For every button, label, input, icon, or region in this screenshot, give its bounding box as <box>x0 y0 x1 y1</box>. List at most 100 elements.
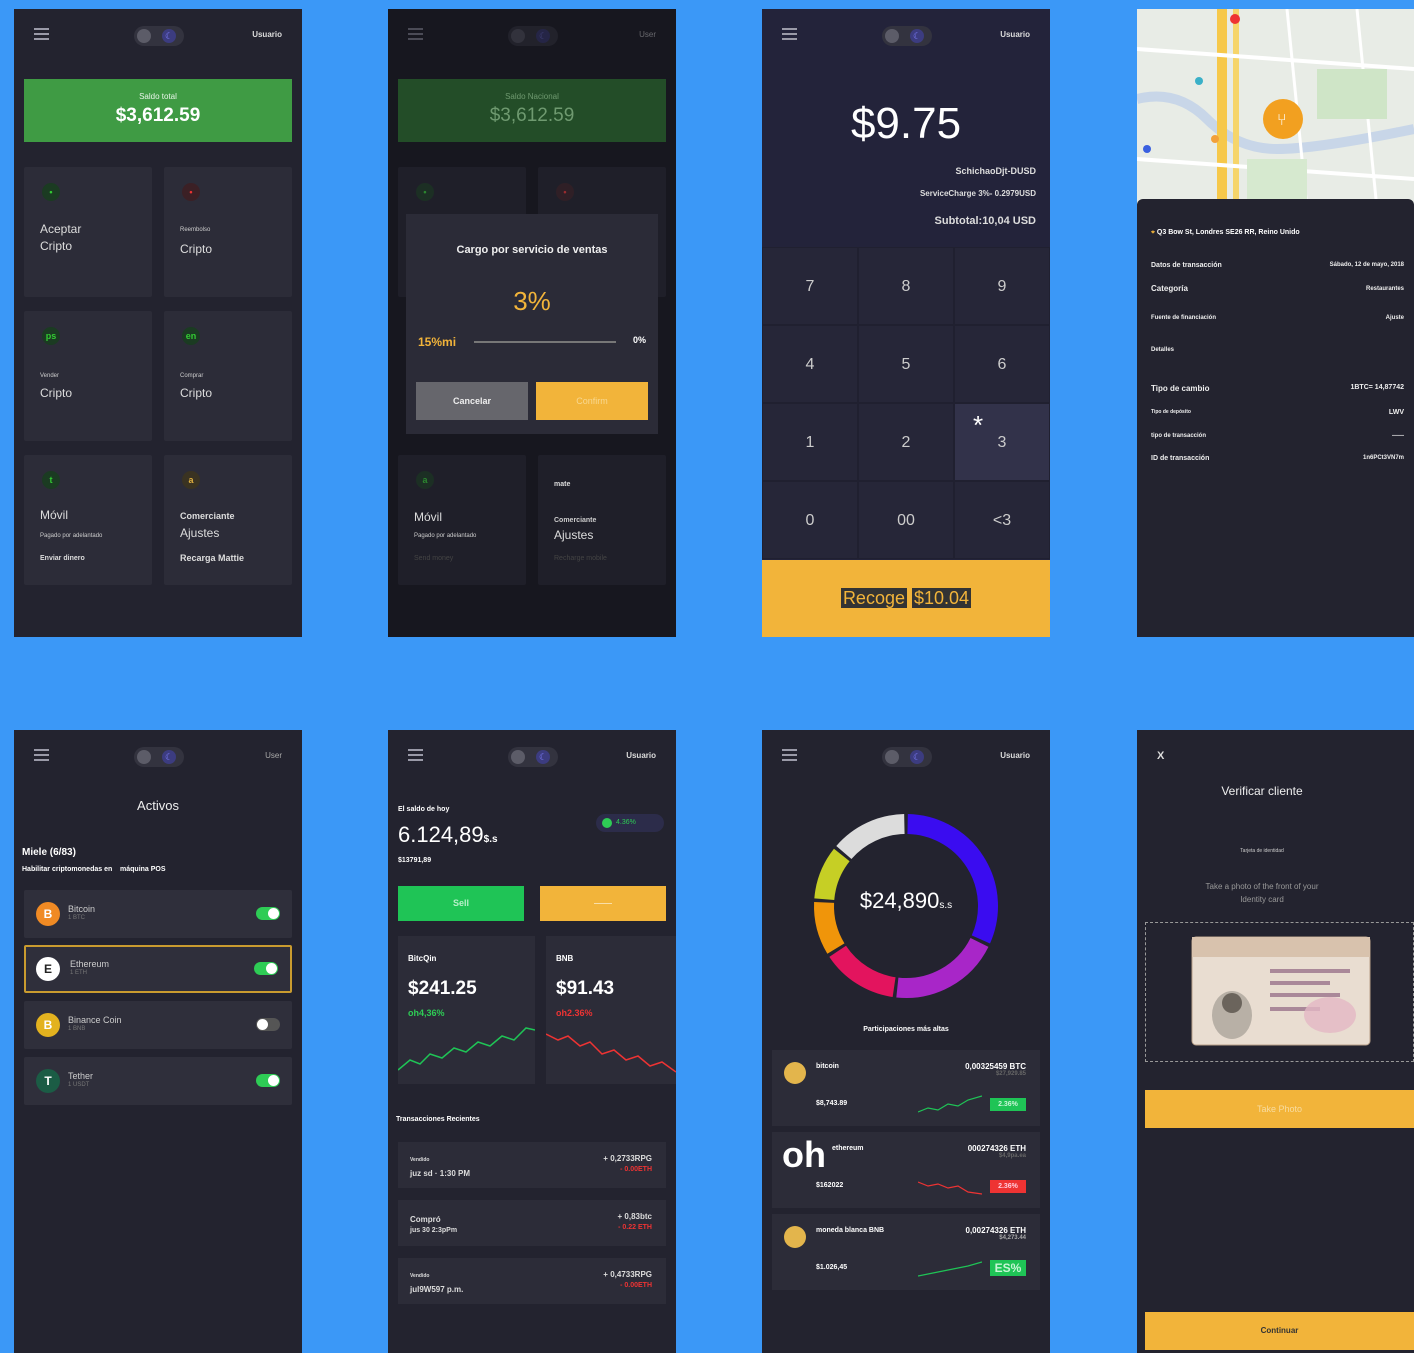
holding-qty: 0,00325459 BTC $27,929.85 <box>965 1062 1026 1077</box>
key-5[interactable]: 5 <box>858 325 954 403</box>
menu-icon[interactable] <box>782 749 797 761</box>
key-3[interactable]: 3 * <box>954 403 1050 481</box>
balance-label: Saldo Nacional <box>505 92 559 101</box>
tile-send-money[interactable]: Enviar dinero <box>40 555 85 562</box>
mobile-icon: t <box>42 471 60 489</box>
theme-toggle[interactable]: ☾ <box>882 747 932 767</box>
asset-row-ethereum[interactable]: E Ethereum 1 ETH <box>24 945 292 993</box>
key-0[interactable]: 0 <box>762 481 858 559</box>
binance-icon: B <box>36 1013 60 1037</box>
detail-row: Categoría Restaurantes <box>1151 284 1404 293</box>
key-00[interactable]: 00 <box>858 481 954 559</box>
transaction-row[interactable]: Compró jus 30 2:3pPm + 0,83btc - 0.22 ET… <box>398 1200 666 1246</box>
total-balance-card: Saldo total $3,612.59 <box>24 79 292 142</box>
continue-button[interactable]: Continuar <box>1145 1312 1414 1350</box>
theme-toggle[interactable]: ☾ <box>134 26 184 46</box>
user-label[interactable]: Usuario <box>1000 30 1030 39</box>
user-label[interactable]: Usuario <box>626 751 656 760</box>
theme-toggle[interactable]: ☾ <box>508 26 558 46</box>
coin-card-bitcoin[interactable]: BitcQin $241.25 oh4,36% <box>398 936 535 1084</box>
tile-recharge[interactable]: Recarga Mattie <box>180 553 244 563</box>
asset-row-tether[interactable]: T Tether 1 USDT <box>24 1057 292 1105</box>
close-icon[interactable]: X <box>1157 750 1164 762</box>
location-map[interactable]: ⑂ <box>1137 9 1414 209</box>
asset-toggle[interactable] <box>256 1018 280 1031</box>
key-4[interactable]: 4 <box>762 325 858 403</box>
user-label[interactable]: Usuario <box>252 30 282 39</box>
user-label[interactable]: User <box>265 751 282 760</box>
theme-toggle[interactable]: ☾ <box>508 747 558 767</box>
tile-mobile[interactable]: t Móvil Pagado por adelantado Enviar din… <box>24 455 152 585</box>
theme-toggle[interactable]: ☾ <box>134 747 184 767</box>
menu-icon[interactable] <box>782 28 797 40</box>
cancel-button[interactable]: Cancelar <box>416 382 528 420</box>
key-6[interactable]: 6 <box>954 325 1050 403</box>
change-value: 4.36% <box>616 819 636 826</box>
tx-fee: - 0.22 ETH <box>618 1224 652 1231</box>
asset-toggle[interactable] <box>256 907 280 920</box>
tile-small-label: Reembolso <box>180 227 211 233</box>
menu-icon[interactable] <box>34 28 49 40</box>
sparkline-up <box>918 1095 982 1113</box>
pickup-amount: $10.04 <box>912 588 972 608</box>
asset-symbol: 1 ETH <box>70 970 88 976</box>
menu-icon[interactable] <box>34 749 49 761</box>
range-max: 0% <box>632 335 646 345</box>
detail-key: Datos de transacción <box>1151 262 1222 269</box>
menu-icon[interactable] <box>408 749 423 761</box>
top-bar: ☾ User <box>388 9 676 63</box>
balance-unit: $.s <box>483 834 498 845</box>
holding-row[interactable]: moneda blanca BNB 0,00274326 ETH $4,273.4… <box>772 1214 1040 1290</box>
tile-sell-crypto[interactable]: ps Vender Cripto <box>24 311 152 441</box>
buy-button[interactable]: —— <box>540 886 666 921</box>
asset-row-bitcoin[interactable]: B Bitcoin 1 BTC <box>24 890 292 938</box>
asset-symbol: 1 BNB <box>68 1026 86 1032</box>
key-8[interactable]: 8 <box>858 247 954 325</box>
take-photo-button[interactable]: Take Photo <box>1145 1090 1414 1128</box>
tile-refund-crypto[interactable]: • Reembolso Cripto <box>164 167 292 297</box>
detail-value: Ajuste <box>1385 315 1404 321</box>
donut-slice-pink <box>829 945 896 998</box>
total-balance-card: Saldo Nacional $3,612.59 <box>398 79 666 142</box>
theme-toggle[interactable]: ☾ <box>882 26 932 46</box>
key-backspace[interactable]: <3 <box>954 481 1050 559</box>
tile-small-label: Comerciante <box>554 517 597 524</box>
tile-merchant[interactable]: a Comerciante Ajustes Recarga Mattie <box>164 455 292 585</box>
tile-accept-crypto[interactable]: • Aceptar Cripto <box>24 167 152 297</box>
key-1[interactable]: 1 <box>762 403 858 481</box>
holding-row[interactable]: oh ethereum 000274326 ETH $4,9pa.ea $1620… <box>772 1132 1040 1208</box>
menu-icon[interactable] <box>408 28 423 40</box>
key-7[interactable]: 7 <box>762 247 858 325</box>
key-9[interactable]: 9 <box>954 247 1050 325</box>
user-label[interactable]: User <box>639 30 656 39</box>
bnb-icon <box>784 1226 806 1248</box>
red-dot-icon: • <box>556 183 574 201</box>
detail-key: Fuente de financiación <box>1151 315 1217 321</box>
pickup-button[interactable]: Recoge $10.04 <box>762 560 1050 637</box>
asset-row-binance[interactable]: B Binance Coin 1 BNB <box>24 1001 292 1049</box>
slider-track[interactable] <box>474 341 616 343</box>
key-2[interactable]: 2 <box>858 403 954 481</box>
sell-icon: ps <box>42 327 60 345</box>
balance-label: Saldo total <box>139 92 177 101</box>
green-dot-icon: • <box>416 183 434 201</box>
asterisk-mark: * <box>973 410 984 440</box>
transaction-row[interactable]: Vendido juz sd · 1:30 PM + 0,2733RPG - 0… <box>398 1142 666 1188</box>
coin-card-bnb[interactable]: BNB $91.43 oh2.36% <box>546 936 676 1084</box>
user-label[interactable]: Usuario <box>1000 751 1030 760</box>
tile-buy-crypto[interactable]: en Comprar Cripto <box>164 311 292 441</box>
asset-toggle[interactable] <box>256 1074 280 1087</box>
fee-slider[interactable]: 15%mi 0% <box>418 335 646 349</box>
sell-button[interactable]: Sell <box>398 886 524 921</box>
photo-frame[interactable] <box>1145 922 1414 1062</box>
qty-value: 0,00274326 ETH <box>965 1226 1027 1235</box>
top-bar: ☾ Usuario <box>762 9 1050 63</box>
confirm-button[interactable]: Confirm <box>536 382 648 420</box>
asset-toggle[interactable] <box>254 962 278 975</box>
screen-transaction-detail: ⑂ ⌖ Q3 Bow St, Londres SE26 RR, Reino Un… <box>1137 9 1414 637</box>
donut-slice-purple-blue <box>907 814 998 944</box>
transaction-row[interactable]: Vendido jul9W597 p.m. + 0,4733RPG - 0.00… <box>398 1258 666 1304</box>
detail-value: LWV <box>1388 409 1404 416</box>
top-bar: ☾ Usuario <box>14 9 302 63</box>
holding-row[interactable]: bitcoin 0,00325459 BTC $27,929.85 $8,743.… <box>772 1050 1040 1126</box>
